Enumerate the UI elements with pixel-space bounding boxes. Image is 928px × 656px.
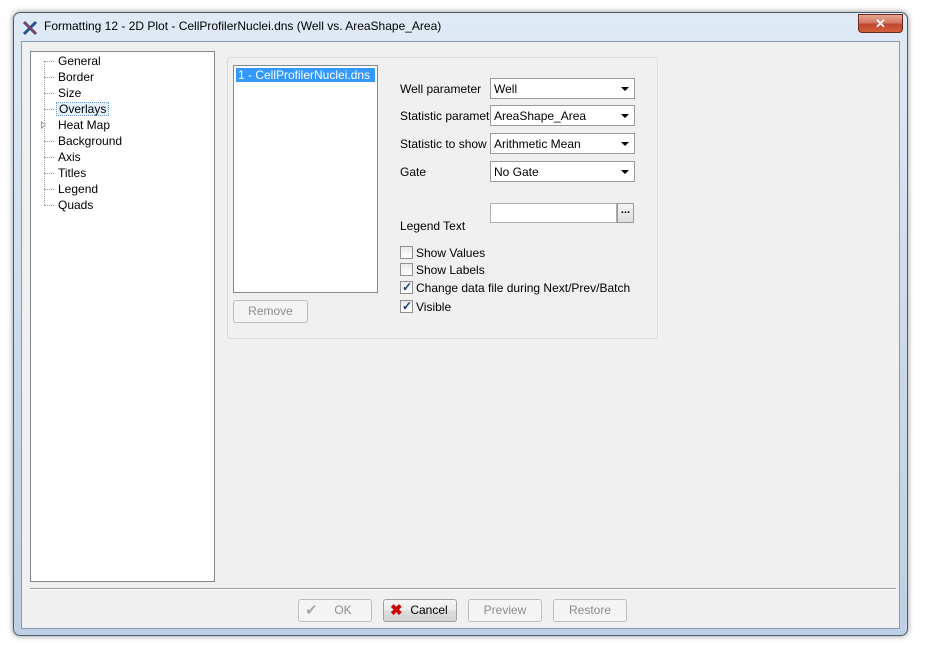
well-parameter-value: Well [494, 82, 518, 96]
checkmark-icon: ✓ [402, 299, 413, 313]
statistic-parameter-value: AreaShape_Area [494, 109, 587, 123]
remove-button[interactable]: Remove [233, 300, 308, 323]
gate-select[interactable]: No Gate [490, 161, 635, 182]
tree-item-titles[interactable]: Titles [31, 165, 211, 181]
list-item[interactable]: 1 - CellProfilerNuclei.dns [236, 68, 375, 82]
checkmark-icon: ✔ [305, 602, 318, 619]
checkmark-icon: ✓ [402, 280, 413, 294]
chevron-down-icon [621, 87, 629, 91]
restore-button[interactable]: Restore [553, 599, 627, 622]
well-parameter-label: Well parameter [400, 82, 482, 96]
change-data-file-checkbox[interactable]: ✓ Change data file during Next/Prev/Batc… [400, 280, 630, 295]
expand-arrow-icon[interactable] [41, 121, 46, 129]
category-tree[interactable]: General Border Size Overlays Heat Map Ba… [30, 51, 215, 582]
app-icon [22, 20, 38, 36]
legend-text-input[interactable] [490, 203, 617, 223]
window-title: Formatting 12 - 2D Plot - CellProfilerNu… [44, 19, 442, 33]
chevron-down-icon [621, 142, 629, 146]
tree-item-overlays[interactable]: Overlays [31, 101, 211, 117]
chevron-down-icon [621, 114, 629, 118]
cross-icon: ✖ [390, 602, 403, 619]
checkbox-box[interactable] [400, 246, 413, 259]
checkbox-box[interactable]: ✓ [400, 280, 413, 294]
show-values-checkbox[interactable]: Show Values [400, 245, 490, 260]
checkbox-box[interactable] [400, 263, 413, 276]
statistic-to-show-label: Statistic to show [400, 137, 487, 151]
statistic-parameter-label: Statistic parameter [400, 109, 501, 123]
well-parameter-select[interactable]: Well [490, 78, 635, 99]
tree-item-heat-map[interactable]: Heat Map [31, 117, 211, 133]
statistic-to-show-value: Arithmetic Mean [494, 137, 581, 151]
gate-value: No Gate [494, 165, 539, 179]
overlay-list[interactable]: 1 - CellProfilerNuclei.dns [233, 65, 378, 293]
legend-text-label: Legend Text [400, 219, 466, 233]
statistic-parameter-select[interactable]: AreaShape_Area [490, 105, 635, 126]
legend-text-browse-button[interactable]: ... [617, 203, 634, 223]
tree-item-legend[interactable]: Legend [31, 181, 211, 197]
chevron-down-icon [621, 170, 629, 174]
dialog-client-area: General Border Size Overlays Heat Map Ba… [21, 41, 900, 629]
cancel-button[interactable]: ✖ Cancel [383, 599, 457, 622]
checkbox-box[interactable]: ✓ [400, 299, 413, 313]
tree-item-general[interactable]: General [31, 53, 211, 69]
tree-item-border[interactable]: Border [31, 69, 211, 85]
footer-separator [30, 588, 896, 590]
tree-item-axis[interactable]: Axis [31, 149, 211, 165]
tree-item-background[interactable]: Background [31, 133, 211, 149]
preview-button[interactable]: Preview [468, 599, 542, 622]
dialog-window: Formatting 12 - 2D Plot - CellProfilerNu… [13, 12, 908, 636]
gate-label: Gate [400, 165, 427, 179]
show-labels-checkbox[interactable]: Show Labels [400, 262, 490, 277]
statistic-to-show-select[interactable]: Arithmetic Mean [490, 133, 635, 154]
tree-item-size[interactable]: Size [31, 85, 211, 101]
close-button[interactable]: ✕ [858, 14, 903, 33]
tree-item-quads[interactable]: Quads [31, 197, 211, 213]
ok-button[interactable]: ✔ OK [298, 599, 372, 622]
visible-checkbox[interactable]: ✓ Visible [400, 299, 460, 314]
